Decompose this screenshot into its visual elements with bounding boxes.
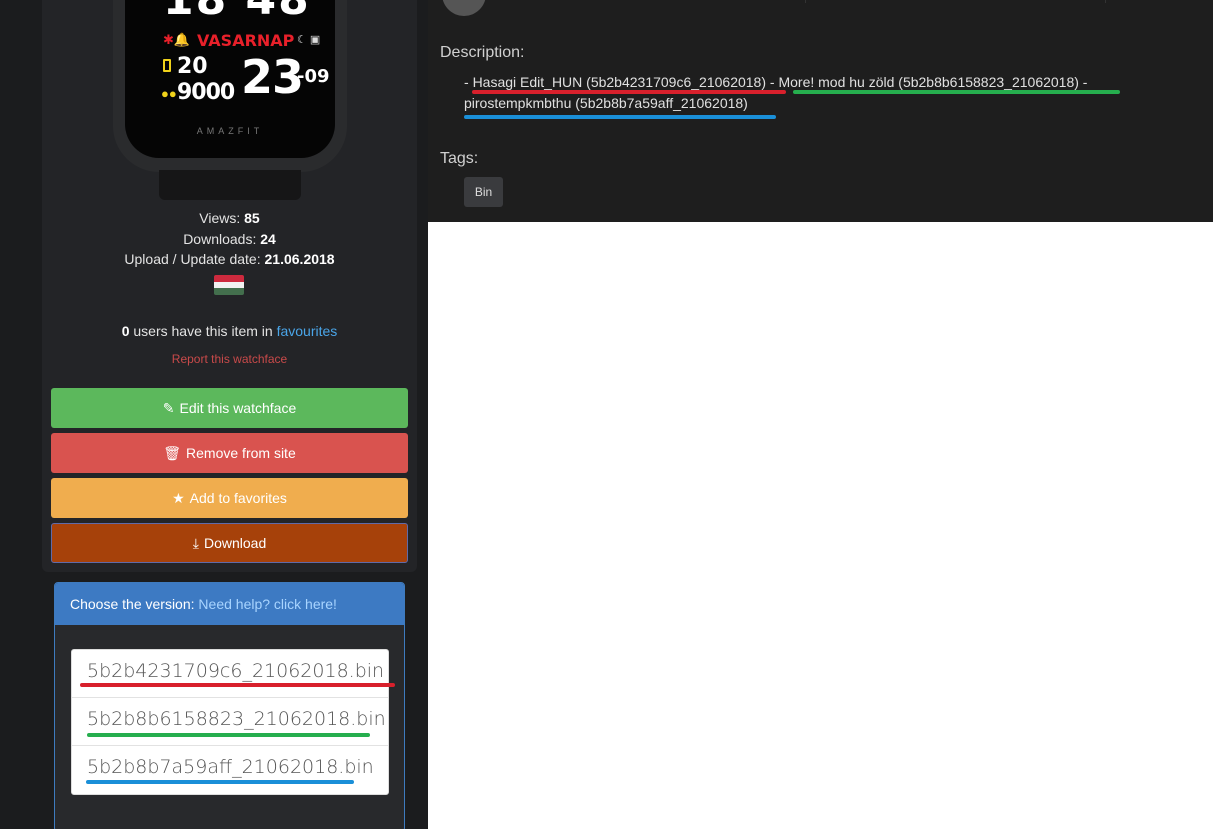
add-to-favorites-button[interactable]: ★ Add to favorites: [51, 478, 408, 518]
views-value: 85: [244, 210, 260, 226]
views-label: Views:: [199, 210, 241, 226]
version-item-label: 5b2b4231709c6_21062018.bin: [87, 660, 385, 682]
description-separator: -: [766, 74, 779, 90]
description-prefix: -: [464, 74, 473, 90]
version-item[interactable]: 5b2b8b7a59aff_21062018.bin: [72, 746, 388, 794]
download-label: Download: [203, 535, 267, 551]
description-part-2: More! mod hu zöld (5b2b8b6158823_2106201…: [778, 74, 1079, 90]
tags-label: Tags:: [440, 150, 479, 167]
blue-underline-annotation: [464, 115, 776, 119]
red-underline-annotation: [472, 90, 786, 94]
watch-day: VASARNAP: [197, 31, 295, 50]
upload-date-value: 21.06.2018: [264, 251, 335, 267]
description-part-3: pirostempkmbthu (5b2b8b7a59aff_21062018): [464, 95, 748, 111]
version-list: 5b2b4231709c6_21062018.bin 5b2b8b6158823…: [71, 649, 395, 795]
watch-steps: 9000: [177, 80, 235, 105]
favourites-text: users have this item in: [133, 323, 273, 339]
remove-from-site-label: Remove from site: [186, 445, 296, 461]
divider: [1105, 0, 1106, 3]
version-item-label: 5b2b8b7a59aff_21062018.bin: [87, 756, 374, 778]
divider: [805, 0, 806, 3]
upload-date-label: Upload / Update date:: [124, 251, 261, 267]
watch-battery: 20: [177, 54, 208, 79]
help-link[interactable]: Need help? click here!: [198, 596, 337, 612]
version-item[interactable]: 5b2b8b6158823_21062018.bin: [72, 698, 388, 746]
watch-time: 18 48: [163, 0, 311, 25]
blue-underline-annotation: [86, 780, 354, 784]
tag-bin[interactable]: Bin: [464, 177, 503, 207]
description-separator: -: [1078, 74, 1088, 90]
add-to-favorites-label: Add to favorites: [189, 490, 287, 506]
edit-watchface-button[interactable]: ✎ Edit this watchface: [51, 388, 408, 428]
watch-month: -09: [297, 66, 330, 87]
red-underline-annotation: [80, 683, 395, 687]
watch-month-value: 09: [304, 66, 330, 87]
steps-icon: ●●: [161, 86, 177, 101]
version-item[interactable]: 5b2b4231709c6_21062018.bin: [72, 650, 395, 698]
views-stat: Views: 85: [42, 210, 417, 226]
description-label: Description:: [440, 44, 525, 61]
favourites-link[interactable]: favourites: [277, 323, 338, 339]
version-panel-title: Choose the version:: [70, 596, 195, 612]
downloads-value: 24: [260, 231, 276, 247]
downloads-label: Downloads:: [183, 231, 257, 247]
watch-date: 23: [241, 50, 304, 104]
description-part-1: Hasagi Edit_HUN (5b2b4231709c6_21062018): [472, 74, 766, 90]
edit-icon: ✎: [162, 399, 175, 416]
battery-icon: [163, 59, 171, 72]
alarm-icon: ✱🔔: [163, 32, 191, 47]
version-panel-header: Choose the version: Need help? click her…: [55, 583, 404, 625]
download-button[interactable]: ⤓ Download: [51, 523, 408, 563]
green-underline-annotation: [87, 733, 370, 737]
version-item-label: 5b2b8b6158823_21062018.bin: [87, 708, 386, 730]
star-icon: ★: [172, 489, 185, 506]
trash-icon: 🗑: [163, 444, 182, 461]
watch-screen: 18 48 ✱🔔 VASARNAP ☾ ▣ 20 ●● 9000 23 -09 …: [125, 0, 335, 158]
watch-brand: AMAZFIT: [196, 126, 264, 136]
watch-strap: [159, 170, 301, 200]
upload-date-stat: Upload / Update date: 21.06.2018: [42, 251, 417, 267]
watch-preview-image: 18 48 ✱🔔 VASARNAP ☾ ▣ 20 ●● 9000 23 -09 …: [113, 0, 347, 200]
favourites-count: 0: [121, 323, 130, 339]
downloads-stat: Downloads: 24: [42, 231, 417, 247]
favourites-info: 0 users have this item in favourites: [42, 323, 417, 339]
moon-lock-icon: ☾ ▣: [297, 34, 321, 46]
blank-area: [428, 222, 1213, 829]
download-icon: ⤓: [192, 534, 199, 551]
report-link[interactable]: Report this watchface: [42, 352, 417, 366]
hungarian-flag-icon: [214, 275, 244, 295]
edit-watchface-label: Edit this watchface: [179, 400, 297, 416]
version-panel: Choose the version: Need help? click her…: [54, 582, 405, 829]
green-underline-annotation: [793, 90, 1120, 94]
remove-from-site-button[interactable]: 🗑 Remove from site: [51, 433, 408, 473]
